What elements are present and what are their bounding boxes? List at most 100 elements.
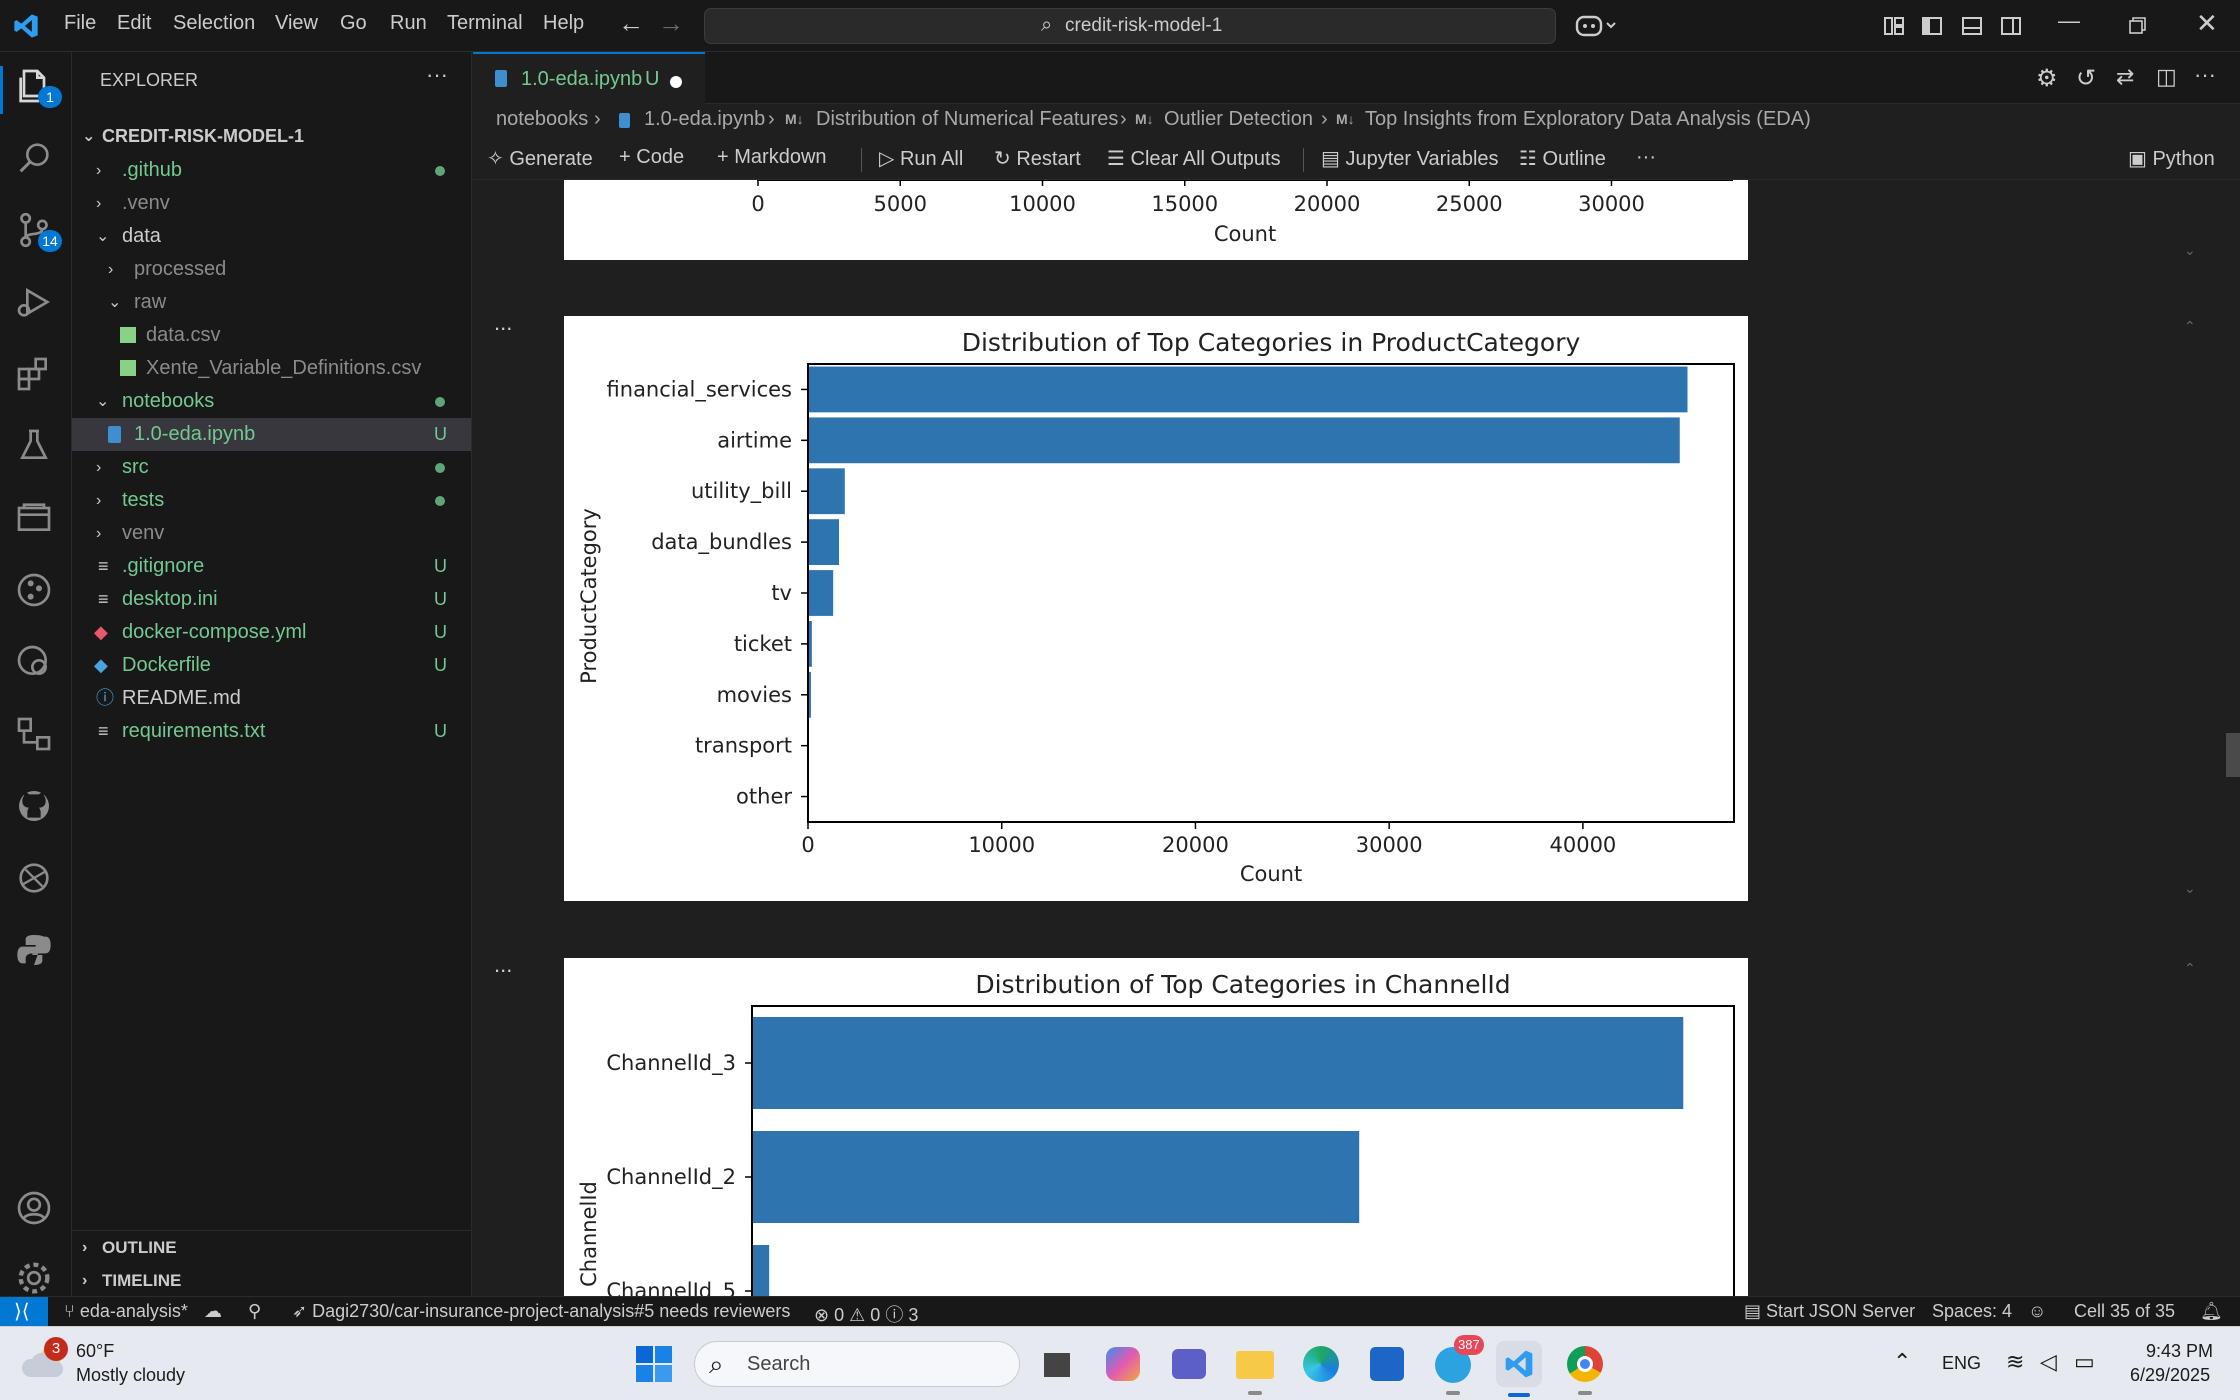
add-markdown-button[interactable]: + Markdown — [717, 146, 827, 169]
breadcrumb-file[interactable]: 1.0-eda.ipynb — [644, 108, 765, 131]
tree-item-processed[interactable]: › processed — [72, 253, 471, 286]
explorer-icon[interactable]: 1 — [14, 66, 62, 110]
history-icon[interactable]: ↺ — [2076, 64, 2096, 93]
more-icon[interactable]: ··· — [1636, 146, 1656, 169]
tree-item-notebooks[interactable]: ⌄ notebooks — [72, 385, 471, 418]
timeline-section[interactable]: › TIMELINE — [72, 1264, 471, 1297]
back-arrow-icon[interactable]: ← — [618, 8, 644, 39]
problems-status[interactable]: ⊗ 0 ⚠ 0 ⓘ 3 — [814, 1301, 918, 1327]
copilot-status-icon[interactable]: ☺ — [2028, 1301, 2046, 1322]
notifications-bell-icon[interactable]: 🔔︎ — [2200, 1301, 2223, 1322]
cell-more-icon[interactable]: ... — [494, 952, 512, 978]
cell-status[interactable]: Cell 35 of 35 — [2074, 1301, 2175, 1322]
run-all-button[interactable]: ▷ Run All — [879, 146, 963, 171]
spaces-status[interactable]: Spaces: 4 — [1932, 1301, 2012, 1322]
unsaved-dot-icon[interactable] — [670, 76, 682, 88]
git-graph-status-icon[interactable]: ⚲ — [248, 1301, 261, 1322]
clock-time[interactable]: 9:43 PM — [2146, 1341, 2213, 1362]
restore-icon[interactable] — [2128, 16, 2148, 36]
toggle-panel-icon[interactable] — [1960, 14, 1984, 38]
tree-item-src[interactable]: › src — [72, 451, 471, 484]
restart-button[interactable]: ↻ Restart — [994, 146, 1081, 171]
edge-icon[interactable] — [1298, 1341, 1344, 1387]
tree-item-dockerfile[interactable]: ◆ Dockerfile U — [72, 649, 471, 682]
outline-section[interactable]: › OUTLINE — [72, 1231, 471, 1264]
scroll-down-icon[interactable]: ⌄ — [2184, 880, 2196, 897]
command-center[interactable]: ⌕ credit-risk-model-1 — [704, 8, 1556, 44]
language-indicator[interactable]: ENG — [1942, 1353, 1981, 1374]
breadcrumb-section-2[interactable]: Outlier Detection — [1164, 108, 1313, 131]
clock-date[interactable]: 6/29/2025 — [2130, 1365, 2210, 1386]
battery-icon[interactable]: ▭ — [2074, 1349, 2095, 1375]
tree-item-data[interactable]: ⌄ data — [72, 220, 471, 253]
scroll-up-icon[interactable]: ⌃ — [2184, 318, 2196, 335]
settings-gear-icon[interactable]: ⚙ — [2036, 64, 2058, 93]
tree-item-docker-compose[interactable]: ◆ docker-compose.yml U — [72, 616, 471, 649]
breadcrumb-section-1[interactable]: Distribution of Numerical Features — [816, 108, 1118, 131]
tree-item-eda-notebook[interactable]: 1.0-eda.ipynb U — [72, 418, 471, 451]
run-debug-icon[interactable] — [14, 282, 58, 326]
outline-button[interactable]: ☷ Outline — [1519, 146, 1606, 171]
docker-icon[interactable] — [14, 858, 58, 902]
customize-layout-icon[interactable] — [1882, 14, 1906, 38]
breadcrumb-section-3[interactable]: Top Insights from Exploratory Data Analy… — [1365, 108, 1811, 131]
teams-icon[interactable] — [1166, 1341, 1212, 1387]
toggle-primary-sidebar-icon[interactable] — [1920, 14, 1944, 38]
remote-explorer-icon[interactable] — [14, 498, 58, 542]
tree-item-desktop-ini[interactable]: ≡ desktop.ini U — [72, 583, 471, 616]
accounts-icon[interactable] — [14, 1188, 58, 1232]
remote-indicator[interactable]: ⟩⟨ — [0, 1297, 48, 1326]
jupyter-variables-button[interactable]: ▤ Jupyter Variables — [1321, 146, 1499, 171]
menu-terminal[interactable]: Terminal — [447, 12, 523, 35]
wifi-icon[interactable]: ≋ — [2006, 1349, 2024, 1375]
cell-more-icon[interactable]: ... — [494, 310, 512, 336]
copilot-icon[interactable] — [1575, 13, 1619, 39]
github-icon[interactable] — [14, 786, 58, 830]
jupyter-search-icon[interactable] — [14, 642, 58, 686]
telegram-icon[interactable]: 387 — [1430, 1335, 1484, 1395]
chrome-icon[interactable] — [1562, 1341, 1608, 1395]
tree-item-definitions-csv[interactable]: Xente_Variable_Definitions.csv — [72, 352, 471, 385]
taskbar-search[interactable]: ⌕ Search — [694, 1341, 1020, 1387]
clear-outputs-button[interactable]: ☰ Clear All Outputs — [1107, 146, 1281, 171]
close-icon[interactable]: ✕ — [2196, 8, 2218, 39]
generate-button[interactable]: ✧ Generate — [487, 146, 593, 171]
task-view-icon[interactable] — [1034, 1341, 1080, 1387]
workspace-root[interactable]: ⌄ CREDIT-RISK-MODEL-1 — [72, 120, 471, 153]
menu-edit[interactable]: Edit — [117, 12, 151, 35]
python-icon[interactable] — [14, 930, 58, 974]
kernel-picker[interactable]: ▣ Python — [2128, 146, 2215, 171]
scroll-up-icon[interactable]: ⌃ — [2184, 960, 2196, 977]
copilot-app-icon[interactable] — [1100, 1341, 1146, 1387]
extensions-icon[interactable] — [14, 354, 58, 398]
store-icon[interactable] — [1364, 1341, 1410, 1387]
menu-file[interactable]: File — [64, 12, 96, 35]
branch-status[interactable]: ⑂ eda-analysis* — [64, 1301, 188, 1322]
menu-go[interactable]: Go — [340, 12, 367, 35]
tree-item-venv-hidden[interactable]: › .venv — [72, 187, 471, 220]
json-server-status[interactable]: ▤ Start JSON Server — [1744, 1301, 1915, 1322]
scrollbar-thumb[interactable] — [2226, 733, 2240, 777]
search-icon[interactable] — [14, 138, 58, 182]
testing-icon[interactable] — [14, 426, 58, 470]
pr-status[interactable]: ➶ Dagi2730/car-insurance-project-analysi… — [292, 1301, 790, 1322]
tree-item-raw[interactable]: ⌄ raw — [72, 286, 471, 319]
forward-arrow-icon[interactable]: → — [658, 8, 684, 39]
tab-eda-notebook[interactable]: 1.0-eda.ipynb U — [473, 52, 705, 105]
menu-selection[interactable]: Selection — [173, 12, 255, 35]
more-actions-icon[interactable]: ··· — [2194, 62, 2216, 88]
breadcrumb-notebooks[interactable]: notebooks — [496, 108, 588, 131]
show-hidden-icons-icon[interactable]: ⌃ — [1893, 1349, 1911, 1375]
menu-view[interactable]: View — [275, 12, 318, 35]
windows-start-icon[interactable] — [635, 1345, 673, 1383]
minimize-icon[interactable]: — — [2058, 8, 2080, 34]
volume-icon[interactable]: ◁ — [2040, 1349, 2057, 1375]
compare-changes-icon[interactable]: ⇄ — [2116, 64, 2134, 90]
tree-item-readme[interactable]: ⓘ README.md — [72, 682, 471, 715]
add-code-button[interactable]: + Code — [619, 146, 684, 169]
menu-help[interactable]: Help — [543, 12, 584, 35]
vscode-taskbar-icon[interactable] — [1496, 1341, 1542, 1397]
git-graph-icon[interactable] — [14, 570, 58, 614]
sync-icon[interactable]: ☁ — [204, 1301, 222, 1322]
explorer-more-icon[interactable]: ··· — [426, 62, 448, 88]
